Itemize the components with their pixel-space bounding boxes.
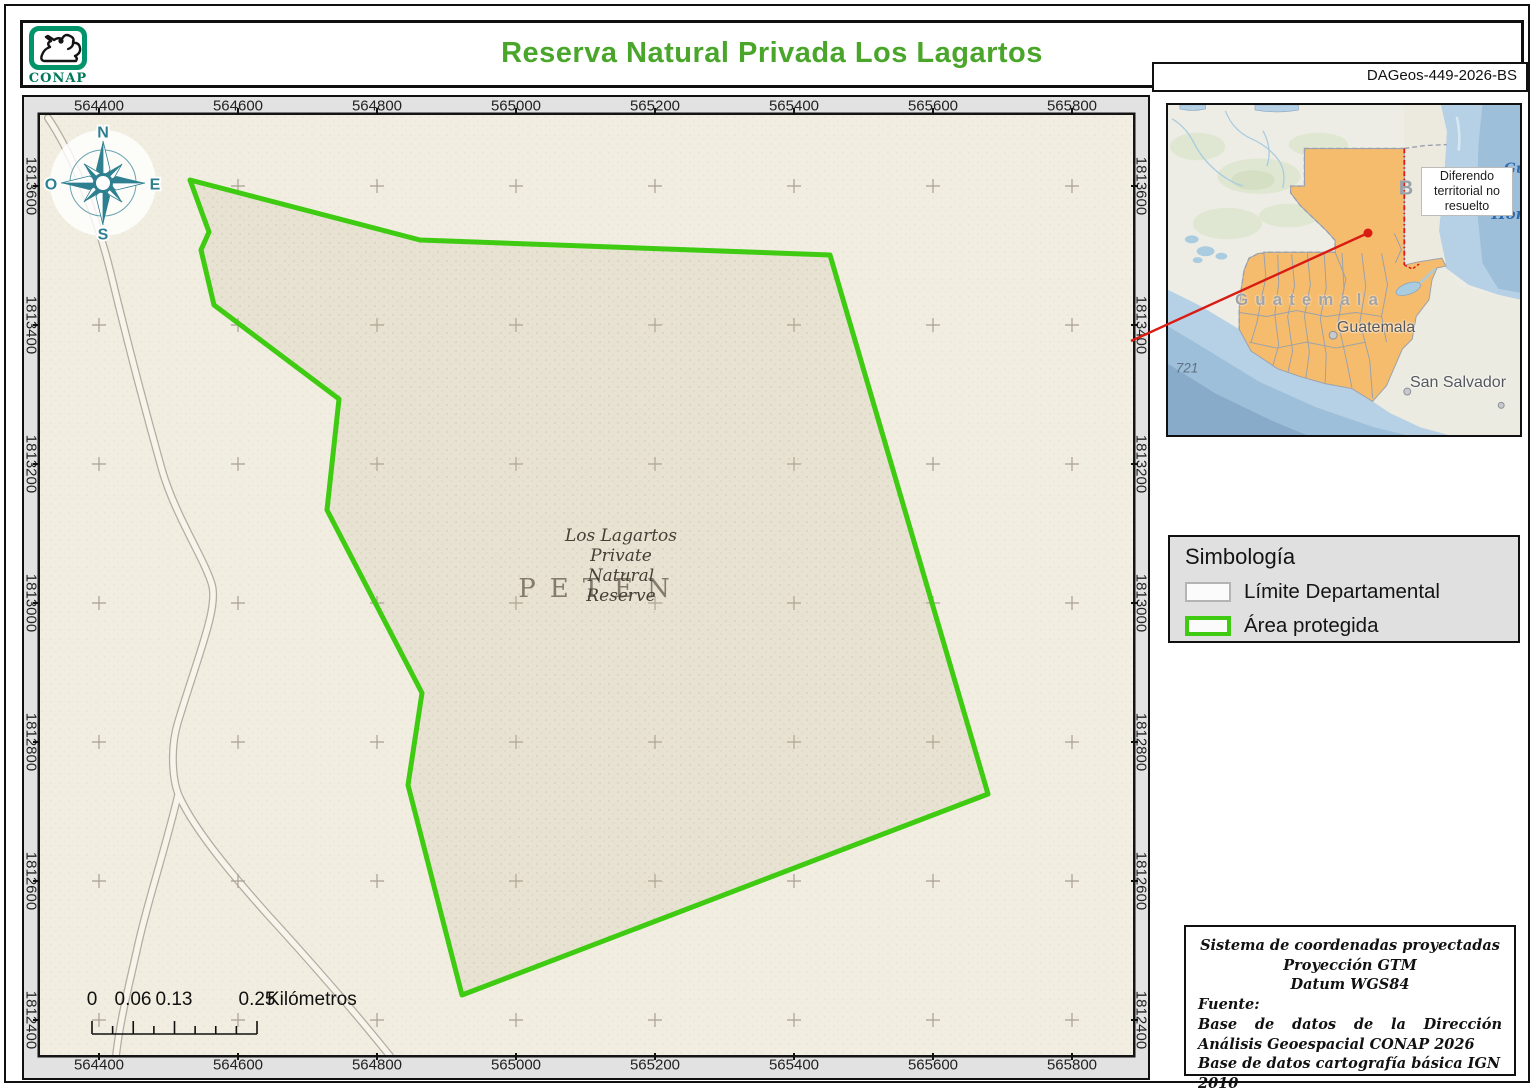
legend: Simbología Límite Departamental Área prot… bbox=[1168, 535, 1520, 643]
grid-tick bbox=[1131, 1019, 1138, 1021]
info-centered-line: Sistema de coordenadas proyectadas bbox=[1200, 937, 1500, 954]
territorial-note: Diferendo territorial no resuelto bbox=[1421, 167, 1513, 216]
scale-bar-unit: Kilómetros bbox=[267, 989, 357, 1010]
grid-tick bbox=[33, 741, 40, 743]
grid-tick bbox=[932, 1053, 934, 1060]
reserve-name-line: Los Lagartos bbox=[564, 526, 678, 546]
grid-tick bbox=[33, 324, 40, 326]
grid-tick bbox=[654, 1053, 656, 1060]
compass-letter: S bbox=[98, 227, 109, 244]
compass-letter: O bbox=[45, 177, 57, 194]
reserve-name-line: Natural bbox=[587, 566, 655, 586]
source-info-box: Sistema de coordenadas proyectadas Proyec… bbox=[1184, 925, 1516, 1089]
scale-bar-label: 0.13 bbox=[155, 989, 193, 1010]
grid-tick bbox=[33, 463, 40, 465]
compass-letter: N bbox=[97, 125, 109, 142]
territorial-note-line: Diferendo bbox=[1439, 169, 1495, 184]
scale-bar bbox=[91, 1021, 258, 1035]
grid-tick bbox=[376, 108, 378, 115]
reserve-name-label: Los Lagartos Private Natural Reserve bbox=[565, 526, 677, 606]
reserve-name-line: Reserve bbox=[586, 586, 656, 606]
info-source-line: Base de datos de la Dirección Análisis G… bbox=[1198, 1015, 1502, 1053]
grid-tick bbox=[98, 108, 100, 115]
grid-tick bbox=[1071, 1053, 1073, 1060]
inset-city-label: San Salvador bbox=[1409, 374, 1507, 391]
legend-item: Límite Departamental bbox=[1185, 580, 1518, 604]
locator-inset-map: Guatemala Guatemala San Salvador 721 Gu … bbox=[1166, 103, 1522, 437]
compass-rose: N S E O bbox=[43, 123, 162, 244]
info-centered-line: Proyección GTM bbox=[1283, 956, 1417, 974]
legend-swatch bbox=[1185, 582, 1231, 602]
legend-item-label: Área protegida bbox=[1244, 614, 1379, 637]
legend-item-label: Límite Departamental bbox=[1244, 580, 1440, 603]
info-source-line: Base de datos cartografía básica IGN 201… bbox=[1198, 1055, 1501, 1089]
grid-tick bbox=[515, 108, 517, 115]
inset-depth-label: 721 bbox=[1175, 360, 1199, 376]
territorial-note-line: resuelto bbox=[1444, 198, 1490, 213]
grid-tick bbox=[793, 1053, 795, 1060]
legend-title: Simbología bbox=[1185, 544, 1296, 569]
scale-bar-label: 0 bbox=[86, 989, 98, 1010]
city-dot bbox=[1497, 401, 1505, 409]
inset-capital-label: Guatemala bbox=[1336, 319, 1416, 336]
monkey-icon bbox=[40, 33, 82, 63]
info-source-label: Fuente: bbox=[1198, 996, 1260, 1014]
grid-tick bbox=[1131, 741, 1138, 743]
grid-tick bbox=[33, 880, 40, 882]
reserve-name-line: Private bbox=[590, 546, 652, 566]
belize-label-fragment: B bbox=[1398, 177, 1414, 200]
grid-tick bbox=[932, 108, 934, 115]
grid-tick bbox=[1131, 602, 1138, 604]
grid-tick bbox=[33, 1019, 40, 1021]
scale-bar-label: 0.06 bbox=[114, 989, 152, 1010]
grid-tick bbox=[515, 1053, 517, 1060]
doc-code: DAGeos-449-2026-BS bbox=[1366, 67, 1517, 84]
map-sheet: Reserva Natural Privada Los Lagartos CON… bbox=[0, 0, 1536, 1089]
doc-code-box: DAGeos-449-2026-BS bbox=[1152, 62, 1528, 92]
grid-tick bbox=[654, 108, 656, 115]
compass-letter: E bbox=[150, 177, 161, 194]
grid-tick bbox=[33, 602, 40, 604]
grid-tick bbox=[1131, 463, 1138, 465]
grid-tick bbox=[376, 1053, 378, 1060]
grid-tick bbox=[793, 108, 795, 115]
inset-country-label: Guatemala bbox=[1235, 290, 1385, 309]
legend-swatch bbox=[1185, 616, 1231, 636]
grid-tick bbox=[1071, 108, 1073, 115]
conap-logo: CONAP bbox=[26, 26, 90, 88]
info-centered-line: Datum WGS84 bbox=[1290, 976, 1410, 994]
grid-tick bbox=[1131, 324, 1138, 326]
conap-logo-text: CONAP bbox=[28, 71, 88, 86]
grid-tick bbox=[33, 185, 40, 187]
grid-tick bbox=[237, 1053, 239, 1060]
grid-tick bbox=[98, 1053, 100, 1060]
grid-tick bbox=[237, 108, 239, 115]
legend-item: Área protegida bbox=[1185, 614, 1518, 638]
grid-tick bbox=[1131, 185, 1138, 187]
grid-tick bbox=[1131, 880, 1138, 882]
conap-logo-badge bbox=[29, 26, 87, 70]
territorial-note-line: territorial no bbox=[1434, 184, 1500, 199]
